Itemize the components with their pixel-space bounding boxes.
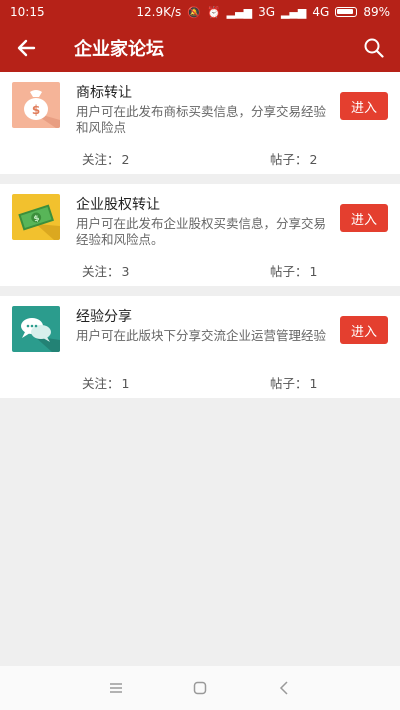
signal-icon-2: ▂▄▆: [281, 5, 307, 19]
battery-icon: [335, 7, 358, 17]
enter-button[interactable]: 进入: [340, 316, 388, 344]
page-title: 企业家论坛: [74, 39, 164, 60]
system-nav-bar: [0, 666, 400, 710]
follow-value: 2: [121, 152, 130, 167]
nav-back-icon[interactable]: [242, 681, 326, 695]
svg-text:$: $: [32, 103, 40, 117]
status-bar: 10:15 12.9K/s 🔕 ⏰ ▂▄▆ 3G ▂▄▆ 4G 89%: [0, 0, 400, 24]
follow-label: 关注：: [82, 152, 120, 167]
posts-label: 帖子：: [270, 376, 308, 391]
post-count: 帖子： 1: [270, 261, 317, 280]
forum-card-trademark[interactable]: $ 商标转让 用户可在此发布商标买卖信息，分享交易经验和风险点 进入 关注： 2 …: [0, 72, 400, 174]
posts-label: 帖子：: [270, 152, 308, 167]
forum-name: 企业股权转让: [76, 197, 160, 213]
search-icon[interactable]: [348, 24, 400, 72]
status-right: 12.9K/s 🔕 ⏰ ▂▄▆ 3G ▂▄▆ 4G 89%: [136, 5, 390, 19]
app-bar: 企业家论坛: [0, 24, 400, 72]
money-bag-icon: $: [12, 82, 60, 128]
status-time: 10:15: [10, 5, 45, 19]
network-type: 3G: [258, 5, 275, 19]
network-type-2: 4G: [312, 5, 330, 19]
posts-label: 帖子：: [270, 264, 308, 279]
post-count: 帖子： 1: [270, 373, 317, 392]
menu-icon[interactable]: [74, 682, 158, 694]
follow-count: 关注： 1: [82, 373, 129, 392]
enter-button[interactable]: 进入: [340, 204, 388, 232]
home-icon[interactable]: [158, 681, 242, 695]
forum-card-experience[interactable]: 经验分享 用户可在此版块下分享交流企业运营管理经验 进入 关注： 1 帖子： 1: [0, 296, 400, 398]
follow-value: 1: [121, 376, 130, 391]
enter-button[interactable]: 进入: [340, 92, 388, 120]
posts-value: 1: [309, 264, 318, 279]
follow-label: 关注：: [82, 264, 120, 279]
network-speed: 12.9K/s: [136, 5, 182, 19]
chat-bubbles-icon: [12, 306, 60, 352]
forum-desc: 用户可在此发布商标买卖信息，分享交易经验和风险点: [76, 104, 327, 135]
alarm-icon: ⏰: [206, 5, 221, 19]
follow-value: 3: [121, 264, 130, 279]
post-count: 帖子： 2: [270, 149, 317, 168]
posts-value: 2: [309, 152, 318, 167]
mute-icon: 🔕: [187, 5, 201, 19]
follow-count: 关注： 2: [82, 149, 129, 168]
forum-desc: 用户可在此发布企业股权买卖信息，分享交易经验和风险点。: [76, 216, 327, 247]
banknote-icon: $: [12, 194, 60, 240]
forum-card-equity[interactable]: $ 企业股权转让 用户可在此发布企业股权买卖信息，分享交易经验和风险点。 进入 …: [0, 184, 400, 286]
forum-desc: 用户可在此版块下分享交流企业运营管理经验: [76, 328, 327, 343]
forum-list: $ 商标转让 用户可在此发布商标买卖信息，分享交易经验和风险点 进入 关注： 2 …: [0, 72, 400, 408]
forum-name: 经验分享: [76, 309, 132, 325]
forum-name: 商标转让: [76, 85, 132, 101]
follow-count: 关注： 3: [82, 261, 129, 280]
posts-value: 1: [309, 376, 318, 391]
back-arrow-icon[interactable]: [0, 24, 52, 72]
battery-level: 89%: [363, 5, 390, 19]
follow-label: 关注：: [82, 376, 120, 391]
signal-icon: ▂▄▆: [226, 5, 253, 19]
